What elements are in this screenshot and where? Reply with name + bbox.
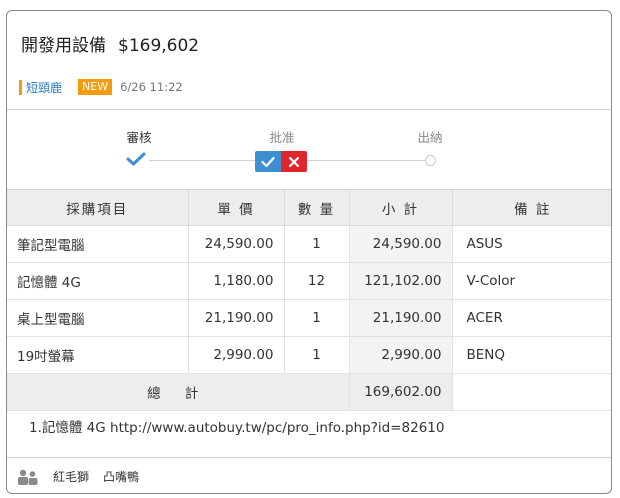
table-row: 19吋螢幕 2,990.00 1 2,990.00 BENQ — [7, 336, 611, 374]
request-amount: $169,602 — [118, 36, 200, 56]
item-cell: 桌上型電腦 — [7, 299, 189, 337]
subtotal-cell: 121,102.00 — [349, 262, 453, 300]
column-header-note: 備 註 — [452, 190, 611, 226]
price-cell: 1,180.00 — [188, 262, 285, 300]
step-label-review: 審核 — [126, 130, 152, 145]
step-label-approve: 批准 — [269, 130, 295, 145]
participants-footer: 紅毛獅 凸嘴鴨 — [7, 458, 611, 493]
total-row: 總 計 169,602.00 — [7, 373, 611, 411]
workflow-steps: 審核 批准 出納 — [7, 111, 611, 189]
total-note-cell — [452, 373, 611, 411]
table-row: 記憶體 4G 1,180.00 12 121,102.00 V-Color — [7, 262, 611, 300]
subtotal-cell: 21,190.00 — [349, 299, 453, 337]
item-cell: 記憶體 4G — [7, 262, 189, 300]
column-header-qty: 數 量 — [284, 190, 350, 226]
table-header-row: 採購項目 單 價 數 量 小 計 備 註 — [7, 190, 611, 226]
item-cell: 筆記型電腦 — [7, 225, 189, 263]
requester-link[interactable]: 短頸鹿 — [26, 79, 62, 96]
request-card: 開發用設備 $169,602 短頸鹿 NEW 6/26 11:22 審核 批准 出… — [6, 10, 612, 494]
qty-cell: 1 — [284, 225, 350, 263]
column-header-price: 單 價 — [188, 190, 285, 226]
table-row: 桌上型電腦 21,190.00 1 21,190.00 ACER — [7, 299, 611, 337]
price-cell: 2,990.00 — [188, 336, 285, 374]
approve-button[interactable] — [255, 151, 281, 172]
reject-button[interactable] — [281, 151, 307, 172]
column-header-subtotal: 小 計 — [349, 190, 453, 226]
subtotal-cell: 24,590.00 — [349, 225, 453, 263]
note-cell: ACER — [452, 299, 611, 337]
request-meta: 短頸鹿 NEW 6/26 11:22 — [19, 78, 183, 96]
qty-cell: 1 — [284, 336, 350, 374]
step-connector — [307, 160, 425, 161]
note-cell: BENQ — [452, 336, 611, 374]
participant-name[interactable]: 凸嘴鴨 — [103, 468, 139, 485]
divider — [7, 109, 611, 110]
total-label: 總 計 — [7, 373, 350, 411]
qty-cell: 1 — [284, 299, 350, 337]
column-header-item: 採購項目 — [7, 190, 189, 226]
check-icon — [261, 156, 275, 167]
new-badge: NEW — [78, 79, 113, 95]
price-cell: 21,190.00 — [188, 299, 285, 337]
timestamp: 6/26 11:22 — [120, 80, 183, 94]
step-done-check-icon — [126, 152, 146, 166]
total-value: 169,602.00 — [349, 373, 453, 411]
items-table: 採購項目 單 價 數 量 小 計 備 註 筆記型電腦 24,590.00 1 2… — [7, 190, 611, 411]
accent-bar — [19, 79, 22, 95]
step-label-cashier: 出納 — [417, 130, 443, 145]
participant-name[interactable]: 紅毛獅 — [53, 468, 89, 485]
step-connector — [149, 160, 255, 161]
step-pending-circle-icon — [425, 155, 436, 166]
people-icon — [18, 469, 38, 485]
subtotal-cell: 2,990.00 — [349, 336, 453, 374]
remark-text: 1.記憶體 4G http://www.autobuy.tw/pc/pro_in… — [29, 420, 445, 436]
request-title-row: 開發用設備 $169,602 — [21, 31, 199, 56]
price-cell: 24,590.00 — [188, 225, 285, 263]
qty-cell: 12 — [284, 262, 350, 300]
note-cell: V-Color — [452, 262, 611, 300]
close-icon — [288, 156, 300, 167]
request-title: 開發用設備 — [21, 36, 106, 56]
note-cell: ASUS — [452, 225, 611, 263]
table-row: 筆記型電腦 24,590.00 1 24,590.00 ASUS — [7, 225, 611, 263]
item-cell: 19吋螢幕 — [7, 336, 189, 374]
